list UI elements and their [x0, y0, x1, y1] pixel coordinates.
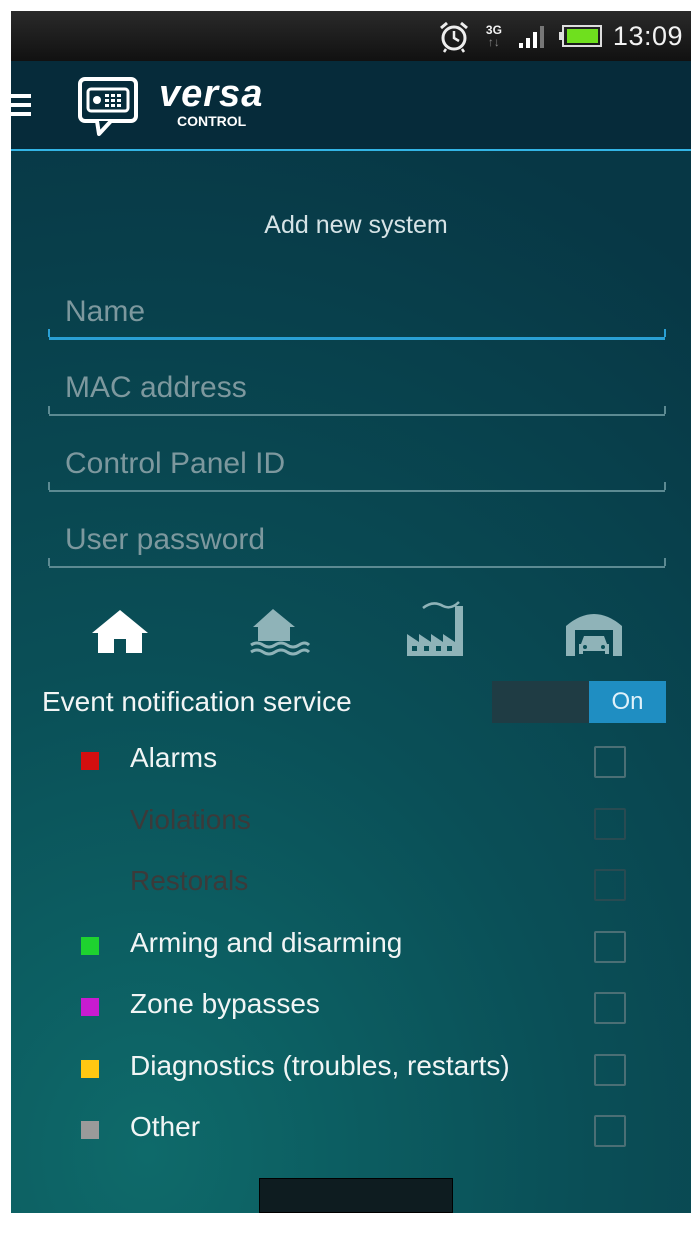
factory-icon[interactable]	[401, 596, 471, 666]
toggle-on-label: On	[589, 681, 666, 723]
user-password-field[interactable]	[48, 514, 666, 568]
house-icon[interactable]	[85, 596, 155, 666]
event-row: Other	[11, 1103, 691, 1153]
battery-icon	[558, 23, 603, 49]
menu-icon[interactable]	[11, 94, 31, 116]
status-bar: 3G ↑↓ 13:09	[11, 11, 691, 61]
event-notification-toggle[interactable]: On	[492, 681, 666, 723]
event-color-swatch	[81, 1121, 99, 1139]
mac-address-input[interactable]	[49, 362, 665, 414]
event-notification-label: Event notification service	[42, 686, 352, 717]
event-checkbox[interactable]	[594, 1115, 626, 1147]
event-checkbox[interactable]	[594, 1053, 626, 1086]
control-panel-id-field[interactable]	[48, 438, 666, 492]
name-input[interactable]	[49, 286, 665, 337]
house-flood-icon[interactable]	[243, 596, 313, 666]
event-color-swatch	[81, 752, 99, 770]
page-title: Add new system	[264, 211, 448, 239]
user-password-input[interactable]	[49, 514, 665, 566]
event-label: Arming and disarming	[130, 926, 403, 958]
event-color-swatch	[81, 1059, 99, 1078]
event-color-swatch	[81, 936, 99, 955]
event-label: Alarms	[130, 742, 218, 773]
event-checkbox[interactable]	[594, 930, 626, 963]
event-label: Other	[130, 1111, 201, 1142]
keypad-logo-icon	[77, 76, 139, 138]
brand-name: VERSA	[159, 73, 264, 115]
event-row: Alarms	[11, 734, 691, 784]
brand-logo: VERSA CONTROL	[159, 75, 263, 129]
event-row: Restorals	[11, 857, 691, 907]
event-row: Zone bypasses	[11, 980, 691, 1030]
event-checkbox[interactable]	[594, 992, 626, 1024]
name-field[interactable]	[48, 286, 666, 340]
event-label: Violations	[130, 803, 251, 835]
app-screen: 3G ↑↓ 13:09 versa CONTROL Add new system…	[11, 11, 691, 1213]
alarm-clock-icon	[437, 19, 471, 53]
control-panel-id-input[interactable]	[49, 438, 665, 490]
event-row: Diagnostics (troubles, restarts)	[11, 1042, 691, 1092]
garage-icon[interactable]	[559, 596, 629, 666]
event-label: Diagnostics (troubles, restarts)	[130, 1049, 510, 1081]
event-checkbox[interactable]	[594, 746, 626, 778]
event-checkbox	[594, 869, 626, 901]
event-label: Restorals	[130, 865, 249, 896]
signal-icon	[517, 23, 549, 49]
clock-time: 13:09	[612, 20, 683, 51]
brand-subtitle: CONTROL	[177, 113, 247, 129]
object-type-selector	[11, 596, 691, 666]
event-label: Zone bypasses	[130, 988, 320, 1019]
event-checkbox	[594, 807, 626, 840]
network-3g-icon: 3G ↑↓	[485, 23, 502, 49]
mac-address-field[interactable]	[48, 362, 666, 416]
bottom-action-button[interactable]	[259, 1178, 453, 1213]
event-color-swatch	[81, 998, 99, 1016]
event-row: Arming and disarming	[11, 919, 691, 969]
event-row: Violations	[11, 796, 691, 846]
app-bar: VERSA CONTROL	[11, 61, 691, 151]
